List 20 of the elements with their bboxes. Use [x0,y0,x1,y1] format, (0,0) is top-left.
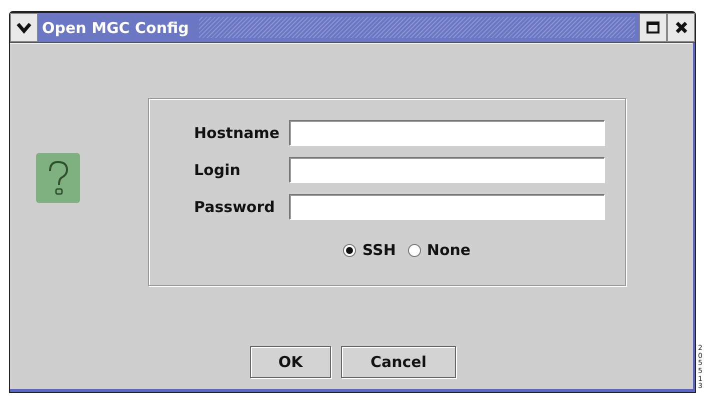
field-label: Login [193,161,242,179]
maximize-button[interactable] [639,13,667,42]
input-field[interactable] [289,120,605,146]
input-field[interactable] [289,157,605,183]
radio-button[interactable] [343,244,356,256]
field-label: Password [193,198,276,216]
chevron-icon [16,22,32,34]
ok-button[interactable]: OK [250,346,331,378]
menu-button[interactable] [10,13,38,42]
radio-option[interactable]: None [408,241,471,259]
radio-option[interactable]: SSH [343,241,396,259]
question-icon [36,153,80,203]
cancel-button[interactable]: Cancel [341,346,456,378]
maximize-icon [646,21,660,34]
field-label: Hostname [193,124,281,142]
close-button[interactable] [667,13,695,42]
input-field[interactable] [289,194,605,220]
close-icon [674,21,688,34]
radio-button[interactable] [408,244,421,256]
window-title: Open MGC Config [41,18,190,36]
